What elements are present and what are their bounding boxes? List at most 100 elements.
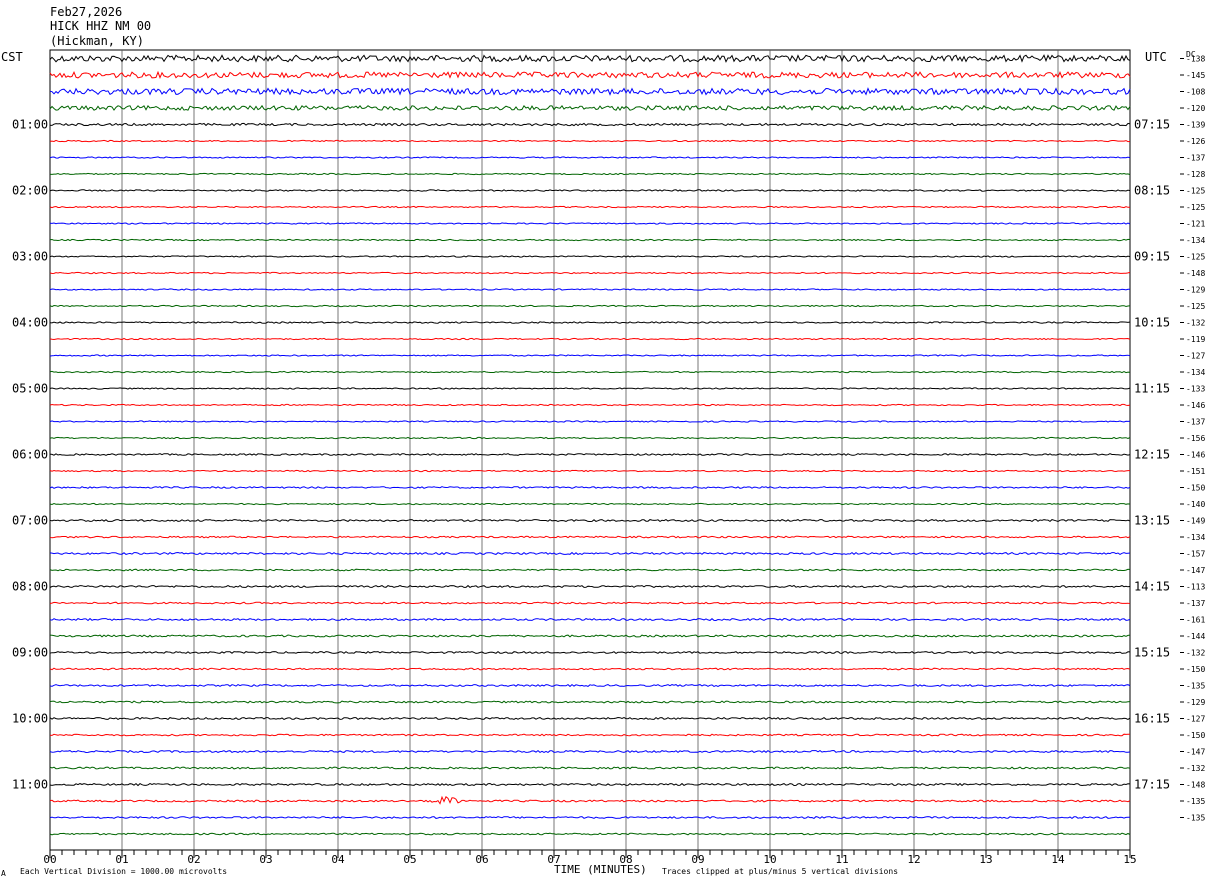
footer-mark: A [1,869,6,878]
dc-offset-label: -126 [1186,137,1205,146]
seismic-trace [49,601,1131,605]
dc-offset-label: -133 [1186,385,1205,394]
plot-frame [49,49,1131,851]
footer-scale-note: Each Vertical Division = 1000.00 microvo… [20,867,228,876]
dc-offset-label: -125 [1186,253,1205,262]
dc-offset-label: -135 [1186,797,1205,806]
dc-offset-label: -121 [1186,220,1205,229]
dc-offset-label: -128 [1186,170,1205,179]
seismic-trace [49,156,1131,159]
seismic-trace [49,716,1131,721]
x-tick-label: 02 [187,853,200,866]
footer-clip-note: Traces clipped at plus/minus 5 vertical … [662,867,899,876]
x-tick-label: 09 [691,853,704,866]
x-tick-label: 05 [403,853,416,866]
x-tick-label: 06 [475,853,488,866]
seismic-trace [49,650,1131,655]
seismic-trace [49,387,1131,390]
dc-offset-label: -150 [1186,665,1205,674]
seismic-trace [49,535,1131,539]
right-hour-label: 11:15 [1134,382,1170,396]
left-hour-label: 02:00 [12,184,48,198]
seismic-trace [49,420,1131,423]
seismic-trace [49,832,1131,836]
dc-offset-label: -127 [1186,352,1205,361]
dc-offset-label: -120 [1186,104,1205,113]
dc-offset-label: -134 [1186,368,1205,377]
seismic-trace [49,304,1131,308]
seismic-trace [49,189,1131,192]
dc-offset-label: -145 [1186,71,1205,80]
dc-offset-label: -149 [1186,517,1205,526]
seismic-trace [49,271,1131,275]
seismic-trace [49,222,1131,225]
dc-offset-label: -150 [1186,731,1205,740]
left-hour-label: 11:00 [12,778,48,792]
dc-offset-label: -134 [1186,533,1205,542]
dc-offset-label: -147 [1186,748,1205,757]
left-hour-label: 10:00 [12,712,48,726]
seismic-trace [49,518,1131,523]
helicorder-plot: 00 01 02 03 04 05 06 07 08 09 10 11 12 13 14 1501:0002:… [12,49,1205,866]
dc-offset-label: -108 [1186,88,1205,97]
right-hour-label: 17:15 [1134,778,1170,792]
right-hour-label: 14:15 [1134,580,1170,594]
left-hour-label: 04:00 [12,316,48,330]
dc-offset-label: -125 [1186,302,1205,311]
dc-offset-label: -146 [1186,451,1205,460]
x-tick-label: 04 [331,853,345,866]
seismic-trace [49,172,1131,176]
dc-offset-label: -139 [1186,121,1205,130]
seismic-trace [49,54,1131,63]
dc-offset-label: -119 [1186,335,1205,344]
x-tick-label: 03 [259,853,272,866]
dc-offset-label: -135 [1186,682,1205,691]
dc-offset-label: -147 [1186,566,1205,575]
seismic-trace [49,337,1131,341]
dc-offset-label: -127 [1186,715,1205,724]
seismic-trace [49,617,1131,622]
dc-offset-label: -137 [1186,599,1205,608]
dc-offset-label: -132 [1186,649,1205,658]
left-hour-label: 03:00 [12,250,48,264]
left-hour-label: 08:00 [12,580,48,594]
dc-offset-label: -135 [1186,814,1205,823]
seismic-trace [49,321,1131,324]
dc-offset-label: -140 [1186,500,1205,509]
seismic-trace [49,104,1131,112]
right-hour-label: 10:15 [1134,316,1170,330]
dc-offset-label: -138 [1186,55,1205,64]
seismic-trace [49,700,1131,704]
right-hour-label: 15:15 [1134,646,1170,660]
x-tick-label: 12 [907,853,920,866]
seismic-trace [49,667,1131,671]
seismic-trace [49,795,1131,805]
seismic-trace [49,683,1131,688]
seismic-trace [49,486,1131,489]
right-hour-label: 09:15 [1134,250,1170,264]
left-hour-label: 06:00 [12,448,48,462]
left-hour-label: 09:00 [12,646,48,660]
dc-offset-label: -150 [1186,484,1205,493]
seismic-trace [49,733,1130,737]
seismic-trace [49,634,1131,638]
x-axis-label: TIME (MINUTES) [554,863,647,876]
seismic-trace [49,87,1131,96]
seismic-trace [49,70,1131,79]
dc-offset-label: -137 [1186,418,1205,427]
x-tick-label: 13 [979,853,992,866]
x-tick-label: 00 [43,853,56,866]
seismic-trace [49,122,1131,127]
dc-offset-label: -151 [1186,467,1205,476]
x-tick-label: 10 [763,853,776,866]
seismic-trace [49,403,1131,407]
seismic-trace [49,469,1130,473]
dc-offset-label: -132 [1186,319,1205,328]
seismic-trace [49,749,1131,754]
seismic-trace [49,584,1131,589]
dc-offset-label: -137 [1186,154,1205,163]
left-hour-label: 05:00 [12,382,48,396]
seismic-trace [49,255,1131,258]
dc-offset-label: -129 [1186,286,1205,295]
seismic-trace [49,354,1131,357]
